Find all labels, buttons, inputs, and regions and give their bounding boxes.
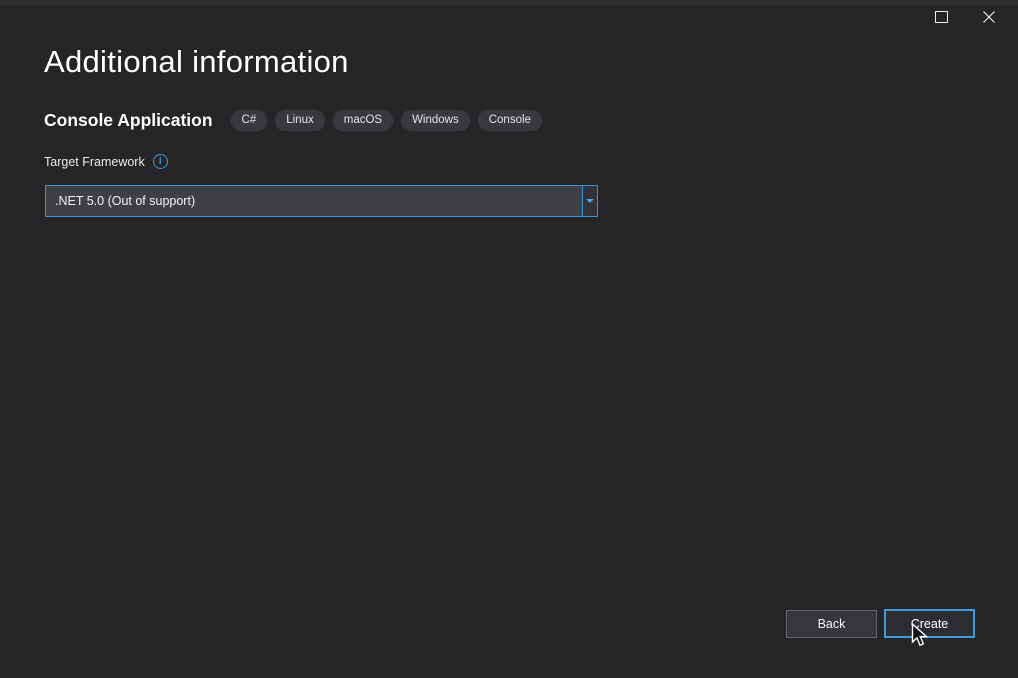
page-title: Additional information [44,44,349,79]
target-framework-label: Target Framework [44,154,145,169]
titlebar-controls [918,2,1012,32]
tag-platform-windows: Windows [401,110,470,131]
target-framework-selected-value: .NET 5.0 (Out of support) [55,194,196,208]
window-top-border [0,0,1018,5]
dropdown-arrow-button[interactable] [582,186,597,216]
target-framework-dropdown[interactable]: .NET 5.0 (Out of support) [45,185,598,217]
maximize-icon [935,11,948,23]
info-icon[interactable]: i [152,154,168,169]
tag-project-type: Console [477,110,542,131]
maximize-button[interactable] [918,2,965,32]
project-type-name: Console Application [44,110,213,130]
target-framework-row: Target Framework i [44,154,168,169]
tag-language: C# [230,110,268,131]
close-icon [982,11,995,23]
project-row: Console Application C# Linux macOS Windo… [44,110,550,131]
create-button[interactable]: Create [884,609,975,638]
back-button[interactable]: Back [786,610,877,638]
tag-platform-linux: Linux [275,110,325,131]
close-button[interactable] [965,2,1012,32]
tag-platform-macos: macOS [332,110,394,131]
additional-information-dialog: Additional information Console Applicati… [0,0,1018,678]
chevron-down-icon [586,199,594,203]
